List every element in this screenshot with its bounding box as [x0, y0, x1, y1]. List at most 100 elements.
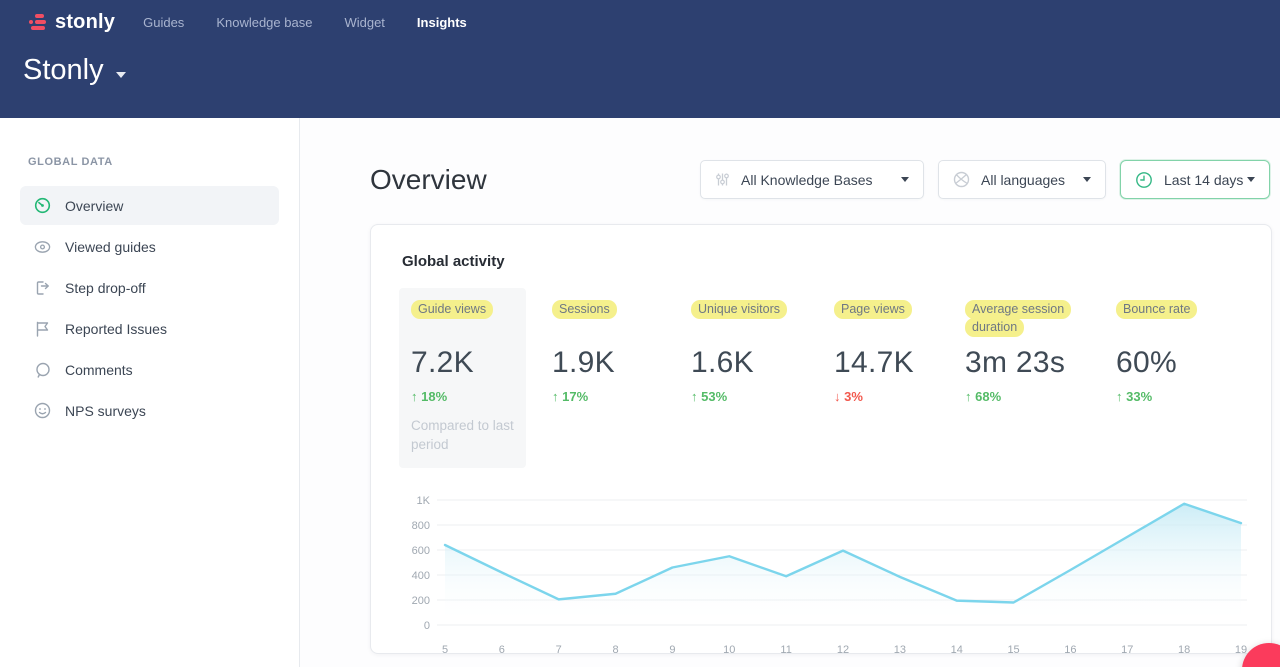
main-content: Overview All Knowledge Bases All languag…	[300, 118, 1280, 667]
nav-items: Guides Knowledge base Widget Insights	[143, 9, 467, 36]
sidebar-item-label: Step drop-off	[65, 280, 146, 296]
nav-item-knowledge-base[interactable]: Knowledge base	[216, 9, 312, 36]
svg-text:0: 0	[424, 620, 430, 632]
metric-value: 7.2K	[411, 346, 514, 380]
chevron-down-icon	[1083, 177, 1091, 182]
sidebar-item-viewed-guides[interactable]: Viewed guides	[20, 227, 279, 266]
chevron-down-icon	[116, 72, 126, 78]
date-range-filter-dropdown[interactable]: Last 14 days	[1120, 160, 1270, 199]
eye-icon	[34, 238, 51, 255]
chevron-down-icon	[1247, 177, 1255, 182]
svg-text:8: 8	[613, 644, 619, 656]
gauge-icon	[34, 197, 51, 214]
sidebar-item-nps-surveys[interactable]: NPS surveys	[20, 391, 279, 430]
svg-text:19: 19	[1235, 644, 1247, 656]
trend-arrow-icon: ↓	[834, 389, 841, 404]
sidebar-item-step-drop-off[interactable]: Step drop-off	[20, 268, 279, 307]
metrics-row: Guide views 7.2K ↑ 18% Compared to last …	[371, 270, 1271, 468]
svg-text:800: 800	[412, 520, 430, 532]
sidebar-section-title: GLOBAL DATA	[28, 156, 279, 168]
logo-wordmark: stonly	[55, 11, 115, 34]
metric-bounce-rate[interactable]: Bounce rate 60% ↑ 33%	[1116, 288, 1224, 404]
sidebar-item-label: NPS surveys	[65, 403, 146, 419]
language-filter-value: All languages	[981, 172, 1065, 188]
metric-label: Unique visitors	[691, 300, 787, 319]
stonly-logo-icon	[27, 13, 49, 32]
metric-value: 3m 23s	[965, 346, 1090, 380]
trend-arrow-icon: ↑	[411, 389, 418, 404]
trend-arrow-icon: ↑	[552, 389, 559, 404]
step-exit-icon	[34, 279, 51, 296]
metric-value: 1.9K	[552, 346, 665, 380]
workspace-selector[interactable]: Stonly	[0, 36, 1280, 87]
svg-text:10: 10	[723, 644, 735, 656]
metric-delta: ↑ 18%	[411, 389, 514, 404]
flag-icon	[34, 320, 51, 337]
nav-item-widget[interactable]: Widget	[344, 9, 384, 36]
language-filter-dropdown[interactable]: All languages	[938, 160, 1106, 199]
stonly-logo[interactable]: stonly	[27, 11, 115, 34]
trend-arrow-icon: ↑	[691, 389, 698, 404]
svg-text:14: 14	[951, 644, 963, 656]
date-range-filter-value: Last 14 days	[1164, 172, 1243, 188]
metric-note: Compared to last period	[411, 416, 514, 454]
sidebar-item-overview[interactable]: Overview	[20, 186, 279, 225]
metric-average-session-duration[interactable]: Average session duration 3m 23s ↑ 68%	[965, 288, 1090, 404]
sidebar-item-label: Comments	[65, 362, 133, 378]
svg-text:5: 5	[442, 644, 448, 656]
metric-page-views[interactable]: Page views 14.7K ↓ 3%	[834, 288, 939, 404]
sidebar-item-comments[interactable]: Comments	[20, 350, 279, 389]
metric-label: Average session duration	[965, 300, 1071, 337]
sidebar-item-label: Overview	[65, 198, 123, 214]
metric-unique-visitors[interactable]: Unique visitors 1.6K ↑ 53%	[691, 288, 808, 404]
sidebar-item-label: Reported Issues	[65, 321, 167, 337]
metric-label: Guide views	[411, 300, 493, 319]
svg-text:13: 13	[894, 644, 906, 656]
metric-value: 14.7K	[834, 346, 939, 380]
svg-text:7: 7	[556, 644, 562, 656]
globe-icon	[953, 171, 970, 188]
svg-text:15: 15	[1007, 644, 1019, 656]
svg-text:6: 6	[499, 644, 505, 656]
trend-arrow-icon: ↑	[965, 389, 972, 404]
activity-area-chart[interactable]: 02004006008001K5678910111213141516171819	[397, 490, 1249, 660]
metric-delta: ↑ 17%	[552, 389, 665, 404]
svg-text:11: 11	[780, 644, 791, 656]
metric-label: Page views	[834, 300, 912, 319]
chevron-down-icon	[901, 177, 909, 182]
svg-text:400: 400	[412, 570, 430, 582]
sidebar-item-reported-issues[interactable]: Reported Issues	[20, 309, 279, 348]
smiley-icon	[34, 402, 51, 419]
metric-delta: ↑ 53%	[691, 389, 808, 404]
workspace-title[interactable]: Stonly	[23, 54, 104, 87]
svg-text:600: 600	[412, 545, 430, 557]
nav-item-guides[interactable]: Guides	[143, 9, 184, 36]
svg-text:9: 9	[669, 644, 675, 656]
svg-text:18: 18	[1178, 644, 1190, 656]
metric-label: Bounce rate	[1116, 300, 1197, 319]
sidebar: GLOBAL DATA Overview Viewed guides Step …	[0, 118, 300, 667]
metric-value: 60%	[1116, 346, 1224, 380]
svg-text:17: 17	[1121, 644, 1133, 656]
activity-chart-wrap: 02004006008001K5678910111213141516171819	[371, 468, 1271, 665]
comment-icon	[34, 361, 51, 378]
knowledge-base-filter-dropdown[interactable]: All Knowledge Bases	[700, 160, 924, 199]
nav-item-insights[interactable]: Insights	[417, 9, 467, 36]
svg-text:1K: 1K	[417, 495, 431, 507]
metric-delta: ↑ 33%	[1116, 389, 1224, 404]
top-header: stonly Guides Knowledge base Widget Insi…	[0, 0, 1280, 118]
global-activity-card: Global activity Guide views 7.2K ↑ 18% C…	[370, 224, 1272, 654]
metric-guide-views[interactable]: Guide views 7.2K ↑ 18% Compared to last …	[399, 288, 526, 468]
clock-icon	[1135, 171, 1153, 189]
metric-sessions[interactable]: Sessions 1.9K ↑ 17%	[552, 288, 665, 404]
sliders-icon	[715, 172, 730, 187]
svg-text:12: 12	[837, 644, 849, 656]
page-title: Overview	[370, 164, 487, 196]
main-nav: stonly Guides Knowledge base Widget Insi…	[0, 0, 1280, 36]
svg-text:200: 200	[412, 595, 430, 607]
trend-arrow-icon: ↑	[1116, 389, 1123, 404]
metric-delta: ↑ 68%	[965, 389, 1090, 404]
metric-value: 1.6K	[691, 346, 808, 380]
sidebar-item-label: Viewed guides	[65, 239, 156, 255]
knowledge-base-filter-value: All Knowledge Bases	[741, 172, 873, 188]
